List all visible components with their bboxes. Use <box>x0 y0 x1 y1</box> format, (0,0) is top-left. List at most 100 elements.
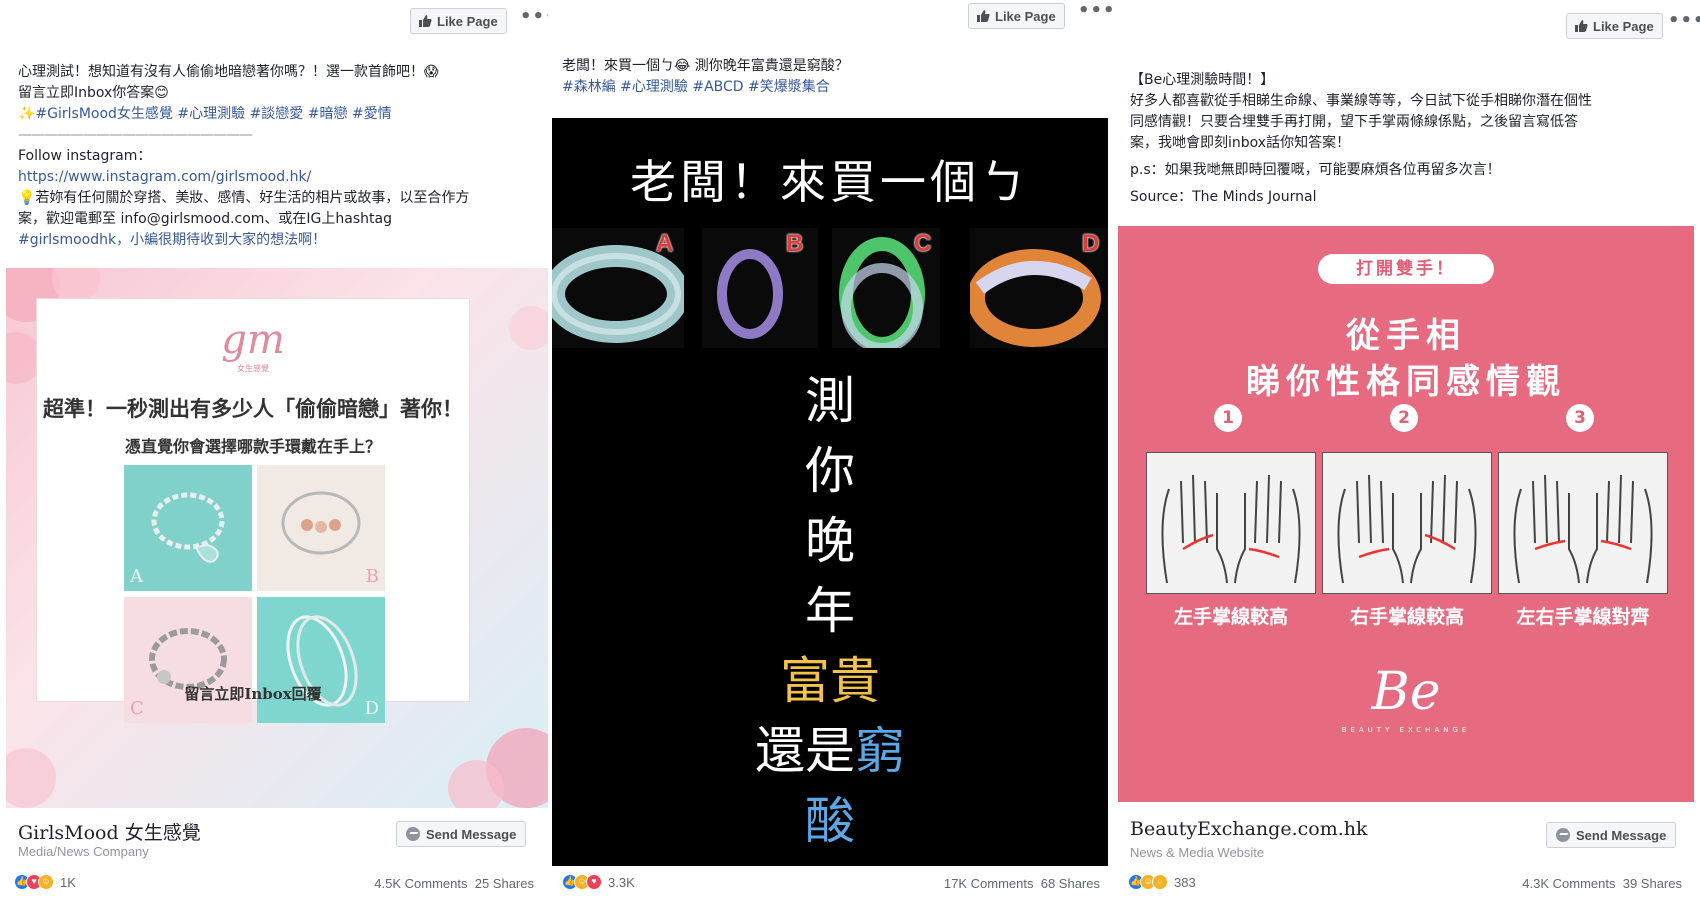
reactions[interactable]: 👍 ☺ ○ 383 <box>1128 874 1196 890</box>
thumbs-up-icon <box>977 10 990 22</box>
post-image[interactable]: 打開雙手！ 從手相 睇你性格同感情觀 1 2 3 左手掌線較高 右手掌線較高 左… <box>1118 226 1694 802</box>
option-b-image[interactable]: B <box>702 228 818 348</box>
shares-count[interactable]: 68 Shares <box>1041 876 1100 891</box>
post-line: 好多人都喜歡從手相睇生命線、事業線等等，今日試下從手相睇你潛在個性 <box>1130 93 1592 109</box>
option-letter: C <box>914 230 932 257</box>
post-beautyexchange: Like Page ••• 【Be心理測驗時間！】 好多人都喜歡從手相睇生命線、… <box>1114 0 1700 900</box>
quiz-subtitle: 憑直覺你會選擇哪款手環戴在手上？ <box>124 437 381 456</box>
post-line: #girlsmoodhk，小編很期待收到大家的想法啊！ <box>18 232 327 248</box>
quiz-card: gm 女生感覺 超準！一秒測出有多少人「偷偷暗戀」著你！ 憑直覺你會選擇哪款手環… <box>36 298 470 723</box>
option-d-image[interactable]: D <box>257 597 385 723</box>
vertical-char: 年 <box>805 582 855 640</box>
vertical-char: 你 <box>805 442 855 500</box>
option-number: 2 <box>1390 404 1418 432</box>
more-options-icon[interactable]: ••• <box>1078 0 1116 21</box>
send-message-button[interactable]: Send Message <box>396 821 527 847</box>
option-a-image[interactable]: A <box>552 228 689 348</box>
post-text: 老闆！來買一個ㄅ😂 測你晚年富貴還是窮酸？ #森林編 #心理測驗 #ABCD #… <box>562 56 849 98</box>
page-name[interactable]: GirlsMood 女生感覺 <box>18 818 201 845</box>
like-page-button[interactable]: Like Page <box>1566 13 1663 39</box>
messenger-icon <box>1556 828 1570 842</box>
thumbs-up-icon <box>419 15 432 27</box>
engagement-stats[interactable]: 4.3K Comments 39 Shares <box>1522 876 1682 891</box>
post-image[interactable]: gm 女生感覺 超準！一秒測出有多少人「偷偷暗戀」著你！ 憑直覺你會選擇哪款手環… <box>6 268 548 808</box>
post-text: 心理測試！想知道有沒有人偷偷地暗戀著你嗎？！選一款首飾吧！😱 留言立即Inbox… <box>18 62 469 251</box>
engagement-stats[interactable]: 17K Comments 68 Shares <box>944 876 1100 891</box>
quiz-footer: 留言立即Inbox回覆 <box>184 685 322 703</box>
open-hands-icon <box>1337 474 1477 584</box>
girlsmood-logo: gm <box>221 317 285 363</box>
option-label: 左右手掌線對齊 <box>1516 606 1650 628</box>
haha-reaction-icon: ☺ <box>38 874 54 890</box>
poor-prefix: 還是 <box>755 722 855 780</box>
send-message-button[interactable]: Send Message <box>1546 822 1677 848</box>
post-line: 心理測試！想知道有沒有人偷偷地暗戀著你嗎？！選一款首飾吧！😱 <box>18 64 439 80</box>
post-line: Follow instagram： <box>18 148 152 164</box>
option-d-image[interactable]: D <box>967 228 1108 348</box>
hashtags[interactable]: #森林編 #心理測驗 #ABCD #笑爆漿集合 <box>562 77 849 98</box>
poor-text: 窮 <box>855 722 905 780</box>
messenger-icon <box>406 827 420 841</box>
quiz-title: 超準！一秒測出有多少人「偷偷暗戀」著你！ <box>43 396 463 421</box>
post-line: 案，歡迎電郵至 info@girlsmood.com、或在IG上hashtag <box>18 211 392 227</box>
reactions-count: 383 <box>1174 874 1196 890</box>
engagement-stats[interactable]: 4.5K Comments 25 Shares <box>374 876 534 891</box>
wow-reaction-icon: ○ <box>1152 874 1168 890</box>
reactions-count: 1K <box>60 874 76 890</box>
option-letter: D <box>1082 230 1100 257</box>
poor-line: 還是窮 <box>552 718 1108 784</box>
instagram-link[interactable]: https://www.instagram.com/girlsmood.hk/ <box>18 167 469 188</box>
option-a-image[interactable]: A <box>124 465 252 591</box>
love-reaction-icon: ♥ <box>586 874 602 890</box>
image-headline: 老闆！來買一個ㄅ <box>630 155 1030 209</box>
rich-text: 富貴 <box>780 652 880 710</box>
option-number: 1 <box>1214 404 1242 432</box>
post-line: 老闆！來買一個ㄅ😂 測你晚年富貴還是窮酸？ <box>562 58 849 74</box>
option-b-image[interactable]: B <box>257 465 385 591</box>
vertical-char: 測 <box>805 372 855 430</box>
post-bracelet-quiz: Like Page ••• 老闆！來買一個ㄅ😂 測你晚年富貴還是窮酸？ #森林編… <box>548 0 1116 900</box>
palm-option-1[interactable] <box>1146 452 1316 594</box>
like-page-button[interactable]: Like Page <box>968 3 1065 29</box>
reactions[interactable]: 👍 ♥ ☺ 1K <box>14 874 76 890</box>
comments-count[interactable]: 17K Comments <box>944 876 1034 891</box>
option-letter: B <box>786 230 804 257</box>
option-c-image[interactable]: C <box>832 228 940 353</box>
logo-subtitle: BEAUTY EXCHANGE <box>1341 726 1471 734</box>
bracelet-icon <box>151 492 225 563</box>
beauty-exchange-logo: Be <box>1371 662 1441 722</box>
like-page-button[interactable]: Like Page <box>410 8 507 34</box>
comments-count[interactable]: 4.3K Comments <box>1522 876 1615 891</box>
page-category: News & Media Website <box>1130 845 1265 860</box>
palm-option-2[interactable] <box>1322 452 1492 594</box>
separator: —————————————————— <box>18 127 253 143</box>
post-line: 【Be心理測驗時間！】 <box>1130 72 1275 88</box>
shares-count[interactable]: 39 Shares <box>1623 876 1682 891</box>
post-image[interactable]: 老闆！來買一個ㄅ A B C D 測 你 晚 年 富貴 還是窮 酸 <box>552 118 1108 866</box>
palm-option-3[interactable] <box>1498 452 1668 594</box>
option-label: 右手掌線較高 <box>1349 606 1464 628</box>
page-category: Media/News Company <box>18 844 149 859</box>
post-line: 留言立即Inbox你答案😊 <box>18 85 169 101</box>
option-number: 3 <box>1566 404 1594 432</box>
shares-count[interactable]: 25 Shares <box>475 876 534 891</box>
post-text: 【Be心理測驗時間！】 好多人都喜歡從手相睇生命線、事業線等等，今日試下從手相睇… <box>1130 70 1592 208</box>
option-label: 左手掌線較高 <box>1173 606 1288 628</box>
comments-count[interactable]: 4.5K Comments <box>374 876 467 891</box>
page-name[interactable]: BeautyExchange.com.hk <box>1130 818 1368 840</box>
image-title: 從手相 <box>1346 316 1466 356</box>
open-hands-icon <box>1513 474 1653 584</box>
reactions-count: 3.3K <box>608 874 635 890</box>
vertical-char: 晚 <box>805 512 855 570</box>
open-hands-pill: 打開雙手！ <box>1318 254 1494 284</box>
image-title: 睇你性格同感情觀 <box>1246 362 1566 402</box>
logo-subtitle: 女生感覺 <box>237 364 269 373</box>
option-letter: A <box>130 566 143 587</box>
option-c-image[interactable]: C <box>124 597 252 723</box>
post-girlsmood: Like Page ••• 心理測試！想知道有沒有人偷偷地暗戀著你嗎？！選一款首… <box>0 0 557 900</box>
more-options-icon[interactable]: ••• <box>1668 10 1700 31</box>
post-line: 💡若妳有任何關於穿搭、美妝、感情、好生活的相片或故事，以至合作方 <box>18 190 470 206</box>
reactions[interactable]: 👍 ☺ ♥ 3.3K <box>562 874 635 890</box>
post-line: 案，我哋會即刻inbox話你知答案！ <box>1130 135 1351 151</box>
hashtags[interactable]: ✨#GirlsMood女生感覺 #心理測驗 #談戀愛 #暗戀 #愛情 <box>18 104 469 125</box>
